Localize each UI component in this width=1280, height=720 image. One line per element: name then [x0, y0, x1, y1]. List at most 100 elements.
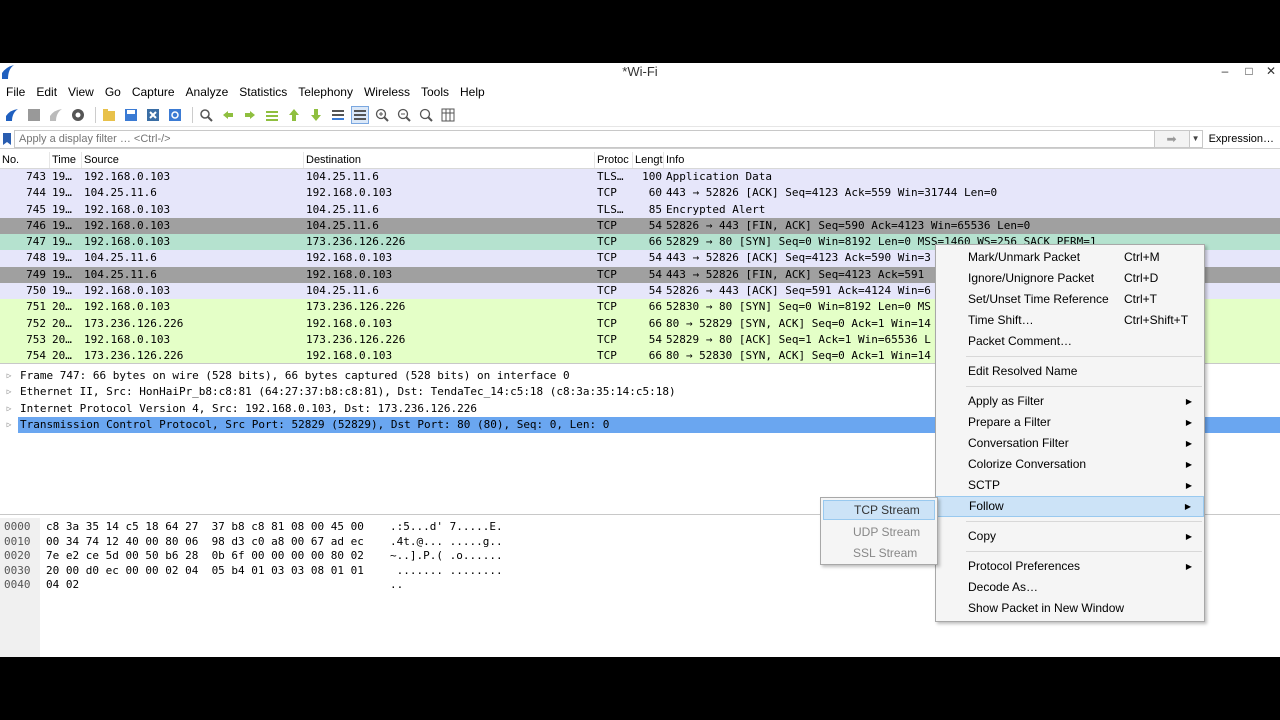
resize-columns-icon[interactable] — [439, 106, 457, 124]
hex-row: 0010 00 34 74 12 40 00 80 06 98 d3 c0 a8 … — [0, 535, 503, 550]
menu-colorize-conversation[interactable]: Colorize Conversation ▶ — [936, 454, 1204, 475]
go-forward-icon[interactable] — [241, 106, 259, 124]
packet-row[interactable]: 746 19… 192.168.0.103 104.25.11.6 TCP 54 52826… — [0, 217, 1280, 235]
last-packet-icon[interactable] — [307, 106, 325, 124]
submenu-arrow-icon: ▶ — [1185, 562, 1192, 571]
close-button[interactable]: ✕ — [1258, 63, 1280, 81]
column-source[interactable]: Source — [82, 152, 304, 168]
menu-conversation-filter[interactable]: Conversation Filter ▶ — [936, 433, 1204, 454]
column-info[interactable]: Info — [664, 152, 1280, 168]
menu-tcp-stream[interactable]: TCP Stream — [823, 500, 935, 520]
packet-length: 54 — [648, 267, 662, 281]
menu-edit-resolved-name[interactable]: Edit Resolved Name — [936, 361, 1204, 382]
column-destination[interactable]: Destination — [304, 152, 595, 168]
reload-file-icon[interactable] — [166, 106, 184, 124]
minimize-button[interactable]: – — [1212, 63, 1238, 81]
menu-follow[interactable]: Follow ▶ — [936, 496, 1204, 517]
packet-no: 748 — [26, 251, 46, 265]
hex-bytes[interactable]: 00 34 74 12 40 00 80 06 98 d3 c0 a8 00 6… — [40, 535, 390, 549]
save-file-icon[interactable] — [122, 106, 140, 124]
apply-filter-arrow-icon[interactable]: ➡ — [1154, 129, 1189, 148]
display-filter-input[interactable] — [14, 129, 1155, 148]
hex-offset: 0020 — [4, 549, 31, 562]
hex-bytes[interactable]: 7e e2 ce 5d 00 50 b6 28 0b 6f 00 00 00 0… — [40, 549, 390, 563]
packet-length: 66 — [648, 300, 662, 314]
go-back-icon[interactable] — [219, 106, 237, 124]
packet-protocol: TCP — [597, 267, 617, 281]
expand-arrow-icon[interactable]: ▷ — [0, 417, 18, 433]
stop-capture-icon[interactable] — [25, 106, 43, 124]
filter-history-dropdown[interactable]: ▼ — [1188, 129, 1203, 148]
bookmark-icon[interactable] — [0, 130, 14, 148]
packet-row[interactable]: 743 19… 192.168.0.103 104.25.11.6 TLS… 100 App… — [0, 169, 1280, 186]
hex-bytes[interactable]: 04 02 — [40, 578, 390, 592]
menu-packet-comment[interactable]: Packet Comment… — [936, 331, 1204, 352]
expand-arrow-icon[interactable]: ▷ — [0, 384, 18, 400]
menu-mark-unmark-packet[interactable]: Mark/Unmark Packet Ctrl+M — [936, 247, 1204, 268]
zoom-normal-icon[interactable] — [417, 106, 435, 124]
first-packet-icon[interactable] — [285, 106, 303, 124]
hex-ascii[interactable]: .. — [390, 578, 403, 592]
menu-show-packet-in-new-window[interactable]: Show Packet in New Window — [936, 598, 1204, 619]
expand-arrow-icon[interactable]: ▷ — [0, 401, 18, 417]
column-protocol[interactable]: Protoc — [595, 152, 633, 168]
packet-time: 20… — [52, 316, 72, 330]
hex-ascii[interactable]: ....... ........ — [390, 564, 503, 578]
menu-tools[interactable]: Tools — [415, 85, 454, 99]
menu-set-time-reference[interactable]: Set/Unset Time Reference Ctrl+T — [936, 289, 1204, 310]
zoom-out-icon[interactable] — [395, 106, 413, 124]
column-length[interactable]: Lengt — [633, 152, 664, 168]
menu-separator — [966, 521, 1202, 522]
menu-label: Copy — [968, 529, 997, 543]
menu-telephony[interactable]: Telephony — [292, 85, 358, 99]
packet-destination: 192.168.0.103 — [306, 186, 393, 200]
menu-protocol-preferences[interactable]: Protocol Preferences ▶ — [936, 556, 1204, 577]
menu-decode-as[interactable]: Decode As… — [936, 577, 1204, 598]
menu-view[interactable]: View — [62, 85, 99, 99]
menu-label: Set/Unset Time Reference — [968, 292, 1109, 306]
menu-wireless[interactable]: Wireless — [358, 85, 415, 99]
go-to-packet-icon[interactable] — [263, 106, 281, 124]
autoscroll-icon[interactable] — [329, 106, 347, 124]
capture-options-icon[interactable] — [69, 106, 87, 124]
zoom-in-icon[interactable] — [373, 106, 391, 124]
menu-prepare-a-filter[interactable]: Prepare a Filter ▶ — [936, 412, 1204, 433]
menu-copy[interactable]: Copy ▶ — [936, 526, 1204, 547]
packet-protocol: TCP — [597, 251, 617, 265]
packet-source: 192.168.0.103 — [84, 202, 171, 216]
menu-apply-as-filter[interactable]: Apply as Filter ▶ — [936, 391, 1204, 412]
menu-capture[interactable]: Capture — [126, 85, 180, 99]
menu-udp-stream[interactable]: UDP Stream — [823, 522, 935, 542]
menu-go[interactable]: Go — [99, 85, 126, 99]
expression-button[interactable]: Expression… — [1203, 133, 1280, 145]
menu-time-shift[interactable]: Time Shift… Ctrl+Shift+T — [936, 310, 1204, 331]
menu-edit[interactable]: Edit — [30, 85, 62, 99]
packet-row[interactable]: 745 19… 192.168.0.103 104.25.11.6 TLS… 85 Encr… — [0, 201, 1280, 218]
menu-ignore-unignore-packet[interactable]: Ignore/Unignore Packet Ctrl+D — [936, 268, 1204, 289]
hex-bytes[interactable]: 20 00 d0 ec 00 00 02 04 05 b4 01 03 03 0… — [40, 564, 390, 578]
hex-ascii[interactable]: .:5...d' 7.....E. — [390, 520, 503, 534]
menu-statistics[interactable]: Statistics — [233, 85, 292, 99]
find-packet-icon[interactable] — [197, 106, 215, 124]
hex-row: 0000 c8 3a 35 14 c5 18 64 27 37 b8 c8 81 … — [0, 520, 503, 535]
restart-capture-icon[interactable] — [47, 106, 65, 124]
hex-bytes[interactable]: c8 3a 35 14 c5 18 64 27 37 b8 c8 81 08 0… — [40, 520, 390, 534]
menu-analyze[interactable]: Analyze — [180, 85, 234, 99]
packet-info: 52826 → 443 [FIN, ACK] Seq=590 Ack=4123 … — [666, 218, 1031, 232]
packet-no: 753 — [26, 332, 46, 346]
hex-ascii[interactable]: ~..].P.( .o...... — [390, 549, 503, 563]
open-file-icon[interactable] — [100, 106, 118, 124]
expand-arrow-icon[interactable]: ▷ — [0, 368, 18, 384]
start-capture-icon[interactable] — [3, 106, 21, 124]
menu-ssl-stream[interactable]: SSL Stream — [823, 543, 935, 563]
column-time[interactable]: Time — [50, 152, 82, 168]
menu-help[interactable]: Help — [454, 85, 490, 99]
column-no[interactable]: No. — [0, 152, 50, 168]
menu-sctp[interactable]: SCTP ▶ — [936, 475, 1204, 496]
colorize-icon[interactable] — [351, 105, 369, 124]
menu-label: Colorize Conversation — [968, 457, 1087, 471]
hex-ascii[interactable]: .4t.@... .....g.. — [390, 535, 503, 549]
close-file-icon[interactable] — [144, 106, 162, 124]
menu-file[interactable]: File — [0, 85, 30, 99]
packet-row[interactable]: 744 19… 104.25.11.6 192.168.0.103 TCP 60 443 →… — [0, 185, 1280, 202]
